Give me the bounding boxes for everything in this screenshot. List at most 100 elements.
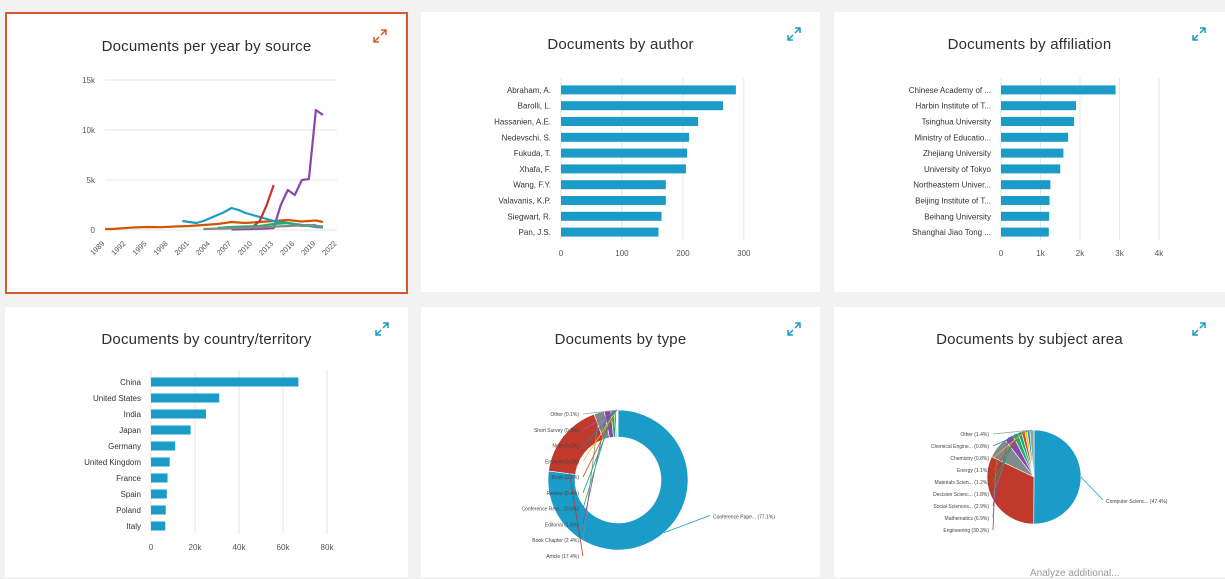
x-tick-label: 1989	[88, 239, 106, 257]
category-label: Beijing Institute of T...	[915, 197, 991, 206]
slice-label: Book Chapter (2.4%)	[532, 538, 579, 544]
bar	[151, 378, 298, 387]
category-label: Barolli, L.	[518, 102, 551, 111]
x-tick-label: 2001	[173, 239, 191, 257]
slice-label: Short Survey (0.0%)	[534, 428, 579, 434]
chart-card-author[interactable]: Documents by author 0100200300Abraham, A…	[421, 12, 820, 292]
pie-chart: Conference Pape... (77.1%) Article (17.4%…	[421, 307, 820, 577]
bar	[151, 442, 175, 451]
category-label: United States	[93, 394, 141, 403]
x-tick-label: 4k	[1155, 249, 1164, 258]
x-tick-label: 80k	[321, 543, 335, 552]
category-label: Pan, J.S.	[519, 228, 551, 237]
slice-label: Materials Scien... (1.2%)	[935, 480, 990, 486]
slice-label: Review (0.4%)	[546, 491, 579, 497]
bar	[1001, 149, 1063, 158]
x-tick-label: 2004	[194, 239, 212, 257]
category-label: Beihang University	[924, 212, 991, 221]
category-label: Italy	[126, 522, 141, 531]
x-tick-label: 40k	[233, 543, 247, 552]
bar	[561, 149, 687, 158]
category-label: Spain	[121, 490, 141, 499]
slice-label: Conference Pape... (77.1%)	[713, 515, 775, 521]
category-label: Germany	[108, 442, 141, 451]
slice-label: Editorial (1.5%)	[545, 522, 580, 528]
category-label: Northeastern Univer...	[913, 181, 991, 190]
x-tick-label: 200	[676, 249, 690, 258]
pie-slice	[1034, 430, 1081, 524]
slice-label: Engineering (30.3%)	[943, 528, 989, 534]
x-tick-label: 2010	[236, 239, 254, 257]
category-label: Poland	[116, 506, 141, 515]
chart-card-subject[interactable]: Documents by subject area Computer Scien…	[834, 307, 1225, 577]
slice-label: Social Sciences... (2.9%)	[933, 504, 989, 510]
x-tick-label: 300	[737, 249, 751, 258]
slice-label: Mathematics (6.9%)	[945, 516, 990, 522]
category-label: India	[124, 410, 142, 419]
y-tick-label: 5k	[87, 176, 96, 185]
category-label: Fukuda, T.	[514, 149, 551, 158]
y-tick-label: 15k	[82, 76, 96, 85]
bar	[1001, 164, 1060, 173]
category-label: Ministry of Educatio...	[915, 133, 991, 142]
x-tick-label: 100	[615, 249, 629, 258]
bar	[1001, 133, 1068, 142]
bar	[561, 117, 698, 126]
bar	[1001, 180, 1050, 189]
leader-line	[1081, 477, 1103, 500]
slice-label: Chemical Engine... (0.8%)	[931, 444, 989, 450]
slice-label: Article (17.4%)	[546, 554, 579, 560]
chart-card-affiliation[interactable]: Documents by affiliation 01k2k3k4kChines…	[834, 12, 1225, 292]
category-label: Siegwart, R.	[507, 212, 551, 221]
x-tick-label: 2022	[320, 239, 338, 257]
x-tick-label: 3k	[1115, 249, 1124, 258]
x-tick-label: 1k	[1036, 249, 1045, 258]
pie-chart: Computer Scienc... (47.4%)Engineering (3…	[834, 307, 1225, 577]
bar	[151, 426, 191, 435]
slice-label: Note (0.1%)	[552, 444, 579, 450]
slice-label: Erratum (0.1%)	[545, 459, 579, 465]
bar	[561, 196, 666, 205]
bar	[561, 85, 736, 94]
bar	[1001, 101, 1076, 110]
x-tick-label: 0	[559, 249, 564, 258]
bar	[1001, 85, 1116, 94]
category-label: Tsinghua University	[922, 118, 991, 127]
bar	[1001, 212, 1049, 221]
y-tick-label: 0	[91, 226, 96, 235]
x-tick-label: 2019	[299, 239, 317, 257]
x-tick-label: 20k	[189, 543, 203, 552]
x-tick-label: 2013	[257, 239, 275, 257]
bar	[151, 458, 170, 467]
category-label: United Kingdom	[84, 458, 141, 467]
bar-chart: 0 100 200 300 Abraham, A. Barolli, L. Hassanie…	[421, 12, 820, 292]
slice-label: Energy (1.1%)	[957, 468, 989, 474]
bar	[1001, 228, 1049, 237]
slice-label: Decision Scienc... (1.8%)	[933, 492, 989, 498]
category-label: Chinese Academy of ...	[909, 86, 991, 95]
x-tick-label: 2016	[278, 239, 296, 257]
category-label: Harbin Institute of T...	[916, 102, 991, 111]
chart-card-per-year[interactable]: Documents per year by source 05k10k15k19…	[5, 12, 408, 294]
chart-card-doc-type[interactable]: Documents by type Conference Pape... (77…	[421, 307, 820, 577]
bar	[151, 506, 166, 515]
bar	[561, 180, 666, 189]
analyze-link-partial[interactable]: Analyze additional...	[1030, 568, 1120, 579]
x-tick-label: 0	[149, 543, 154, 552]
x-tick-label: 60k	[277, 543, 291, 552]
slice-label: Conference Revi... (0.8%)	[521, 507, 579, 513]
category-label: Hassanien, A.E.	[494, 118, 551, 127]
category-label: Abraham, A.	[507, 86, 551, 95]
slice-label: Book (0.1%)	[551, 475, 579, 481]
bar	[1001, 117, 1074, 126]
series-line	[232, 110, 323, 230]
x-tick-label: 1995	[130, 239, 148, 257]
bar	[561, 228, 659, 237]
category-label: Japan	[119, 426, 141, 435]
chart-card-country[interactable]: Documents by country/territory 020k40k60…	[5, 307, 408, 577]
category-label: Zhejiang University	[923, 149, 991, 158]
category-label: Valavanis, K.P.	[498, 197, 551, 206]
bar	[151, 394, 219, 403]
bar	[151, 474, 168, 483]
bar	[151, 522, 165, 531]
